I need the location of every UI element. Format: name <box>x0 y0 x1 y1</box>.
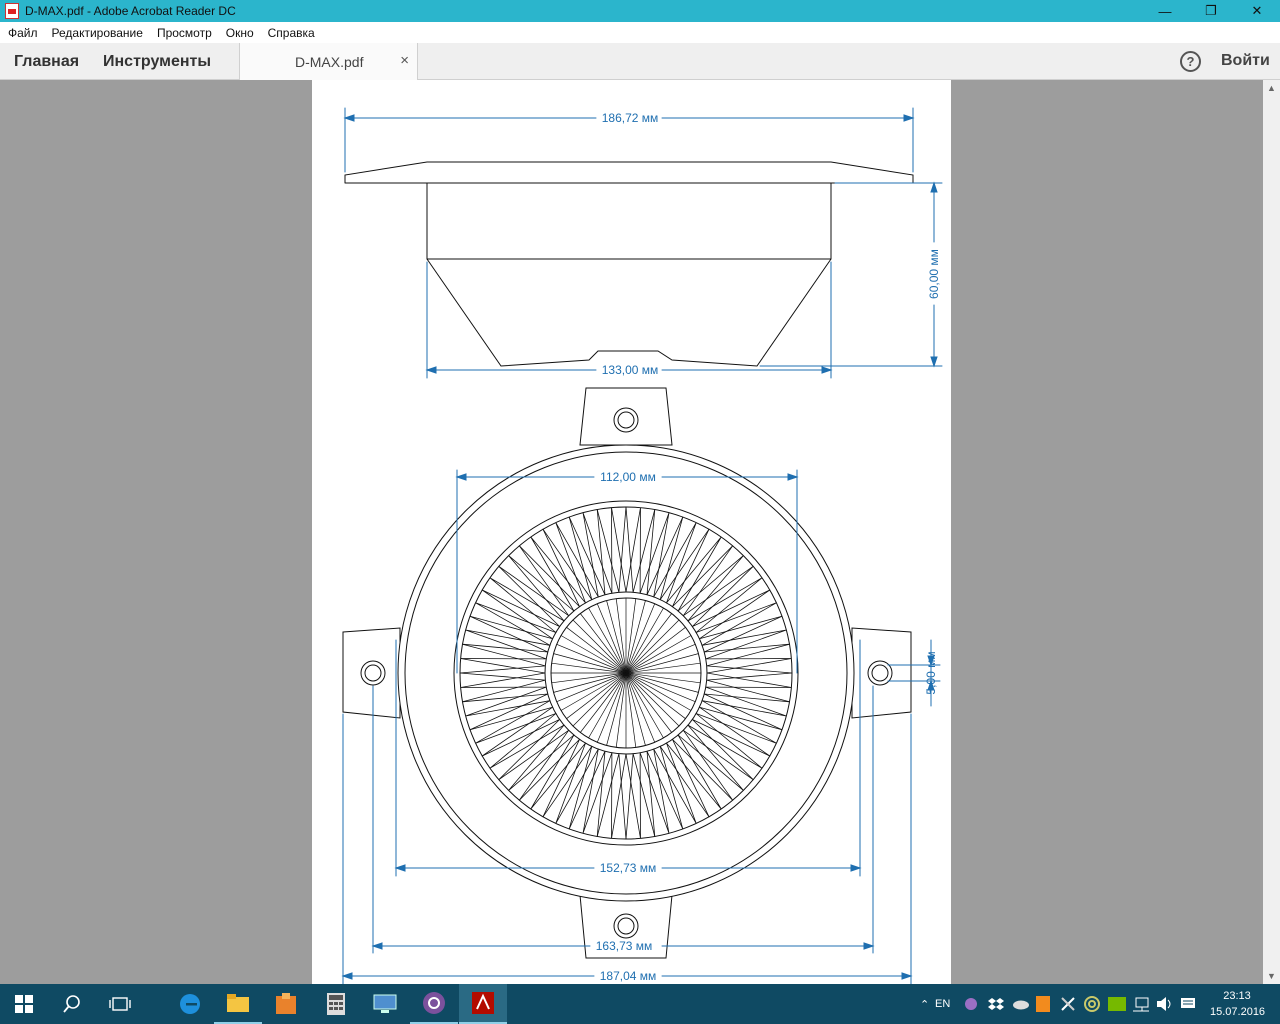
task-view-button[interactable] <box>96 984 144 1024</box>
taskbar-calculator[interactable] <box>312 984 360 1024</box>
vertical-scrollbar[interactable]: ▲ ▼ <box>1263 80 1280 984</box>
volume-tray-icon[interactable] <box>1156 984 1174 1024</box>
scroll-up-icon[interactable]: ▲ <box>1267 83 1276 93</box>
dim-holes-span: 163,73 мм <box>596 939 653 953</box>
menu-help[interactable]: Справка <box>268 26 315 40</box>
window-title: D-MAX.pdf - Adobe Acrobat Reader DC <box>25 4 236 18</box>
tab-home[interactable]: Главная <box>14 43 79 80</box>
search-icon <box>63 995 80 1013</box>
dim-body: 152,73 мм <box>600 861 657 875</box>
tab-document[interactable]: D-MAX.pdf × <box>239 43 418 80</box>
menu-edit[interactable]: Редактирование <box>52 26 143 40</box>
windows-logo-icon <box>15 995 33 1013</box>
remote-desktop-icon <box>373 994 397 1013</box>
dim-hole: 5,00 мм <box>924 651 938 694</box>
start-button[interactable] <box>0 984 48 1024</box>
menu-file[interactable]: Файл <box>8 26 38 40</box>
clock-date: 15.07.2016 <box>1210 1006 1266 1018</box>
restore-button[interactable]: ❐ <box>1188 0 1234 22</box>
dim-overall: 187,04 мм <box>600 969 657 983</box>
network-tray-icon[interactable] <box>1132 984 1150 1024</box>
side-view-dimensions <box>343 107 943 379</box>
close-button[interactable]: ✕ <box>1234 0 1280 22</box>
dim-bottom-width: 133,00 мм <box>602 363 659 377</box>
side-view <box>344 161 914 367</box>
search-button[interactable] <box>48 984 96 1024</box>
notifications-tray-icon[interactable] <box>1180 984 1196 1024</box>
file-explorer-icon <box>227 994 249 1012</box>
clock-time: 23:13 <box>1223 990 1251 1002</box>
app-tray-icon[interactable] <box>1036 984 1050 1024</box>
title-bar: D-MAX.pdf - Adobe Acrobat Reader DC — ❐ … <box>0 0 1280 22</box>
pdf-file-icon <box>5 3 19 19</box>
task-view-icon <box>109 997 131 1011</box>
package-app-icon <box>276 993 296 1014</box>
taskbar-viber[interactable] <box>410 984 458 1024</box>
calculator-icon <box>327 993 345 1015</box>
scroll-down-icon[interactable]: ▼ <box>1267 971 1276 981</box>
taskbar: ⌃ EN 23:13 15.07.2016 <box>0 984 1280 1024</box>
pdf-page: 186,72 мм 133,00 мм 60,00 мм 112,00 мм 1… <box>312 80 951 985</box>
viber-tray-icon[interactable] <box>964 984 978 1024</box>
taskbar-explorer[interactable] <box>214 984 262 1024</box>
nvidia-tray-icon[interactable] <box>1108 984 1126 1024</box>
taskbar-app-orange[interactable] <box>262 984 310 1024</box>
signin-button[interactable]: Войти <box>1221 52 1270 70</box>
menu-view[interactable]: Просмотр <box>157 26 212 40</box>
dropbox-tray-icon[interactable] <box>988 984 1004 1024</box>
tab-bar: Главная Инструменты D-MAX.pdf × ? Войти <box>0 43 1280 80</box>
tools-tray-icon[interactable] <box>1060 984 1076 1024</box>
dim-inner: 112,00 мм <box>600 470 656 484</box>
document-tab-label: D-MAX.pdf <box>295 53 364 70</box>
minimize-button[interactable]: — <box>1142 0 1188 22</box>
clock[interactable]: 23:13 15.07.2016 <box>1210 988 1266 1020</box>
viber-icon <box>423 992 445 1014</box>
cloud-tray-icon[interactable] <box>1012 984 1030 1024</box>
edge-browser-icon <box>180 994 200 1014</box>
taskbar-remote-desktop[interactable] <box>361 984 409 1024</box>
taskbar-acrobat[interactable] <box>459 984 507 1024</box>
help-icon[interactable]: ? <box>1180 51 1201 72</box>
acrobat-window: D-MAX.pdf - Adobe Acrobat Reader DC — ❐ … <box>0 0 1280 1024</box>
taskbar-edge[interactable] <box>166 984 214 1024</box>
spiral-tray-icon[interactable] <box>1084 984 1100 1024</box>
menu-window[interactable]: Окно <box>226 26 254 40</box>
close-tab-icon[interactable]: × <box>400 52 409 69</box>
menu-bar: Файл Редактирование Просмотр Окно Справк… <box>0 22 1280 43</box>
acrobat-icon <box>472 992 494 1014</box>
language-indicator[interactable]: EN <box>935 984 950 1024</box>
tab-tools[interactable]: Инструменты <box>103 43 211 80</box>
technical-drawing: 186,72 мм 133,00 мм 60,00 мм 112,00 мм 1… <box>341 107 943 985</box>
tray-chevron-icon[interactable]: ⌃ <box>920 984 929 1024</box>
document-viewer: 186,72 мм 133,00 мм 60,00 мм 112,00 мм 1… <box>0 80 1280 985</box>
dim-height: 60,00 мм <box>927 249 941 299</box>
dim-top-width: 186,72 мм <box>602 111 659 125</box>
